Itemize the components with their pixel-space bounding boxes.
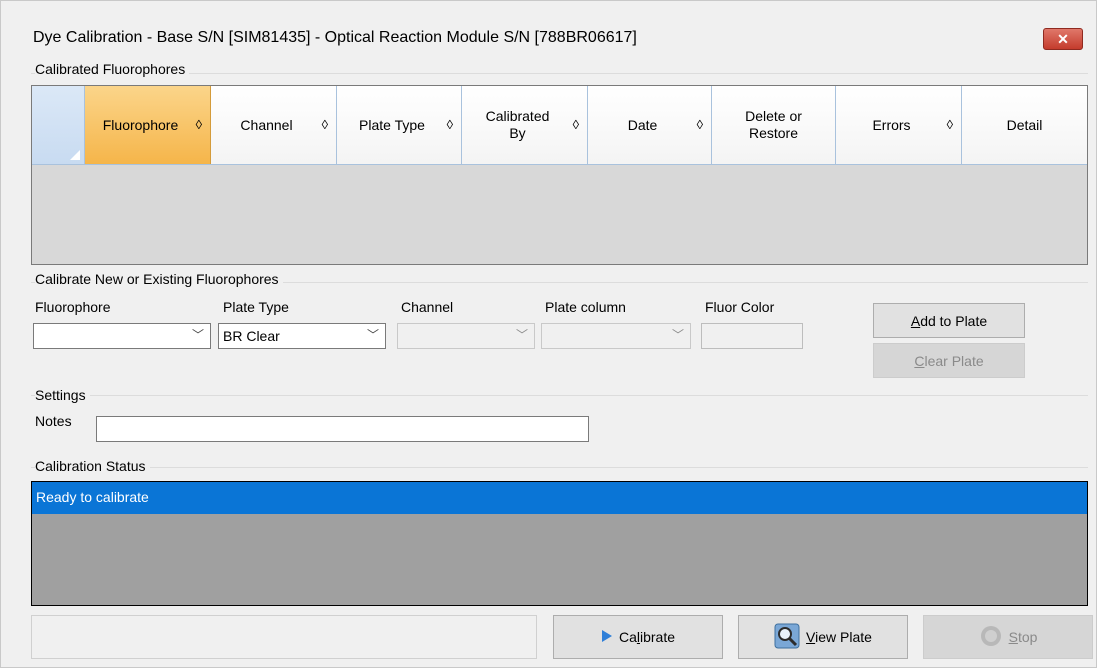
clear-plate-label: Clear Plate xyxy=(914,352,984,369)
group-separator xyxy=(31,73,1088,74)
column-label: Date xyxy=(627,116,658,133)
channel-label: Channel xyxy=(401,299,454,315)
group-separator xyxy=(31,467,1088,468)
fluor-color-swatch xyxy=(701,323,803,349)
plate-column-label: Plate column xyxy=(545,299,626,315)
column-header-fluorophore[interactable]: Fluorophore ◊ xyxy=(85,86,211,164)
grid-select-all-corner[interactable] xyxy=(32,86,85,164)
column-header-plate-type[interactable]: Plate Type ◊ xyxy=(337,86,462,164)
calibrate-button[interactable]: Calibrate xyxy=(553,615,723,659)
chevron-down-icon: ﹀ xyxy=(191,328,204,342)
view-plate-label: View Plate xyxy=(806,629,872,645)
calibrate-label: Calibrate xyxy=(618,629,676,645)
window-title: Dye Calibration - Base S/N [SIM81435] - … xyxy=(33,29,637,46)
sort-icon: ◊ xyxy=(572,117,579,132)
sort-icon: ◊ xyxy=(696,117,703,132)
stop-icon xyxy=(979,624,1003,651)
close-icon: ✕ xyxy=(1057,30,1069,47)
sort-icon: ◊ xyxy=(446,117,453,132)
column-label: Calibrated By xyxy=(485,108,550,141)
footer-blank-cell xyxy=(31,615,537,659)
play-arrow-icon xyxy=(601,629,613,646)
chevron-down-icon: ﹀ xyxy=(671,328,684,342)
calibration-status-label: Calibration Status xyxy=(35,458,150,474)
status-message-row[interactable]: Ready to calibrate xyxy=(32,482,1087,514)
sort-icon: ◊ xyxy=(946,117,953,132)
chevron-down-icon: ﹀ xyxy=(515,328,528,342)
chevron-down-icon: ﹀ xyxy=(366,328,379,342)
grid-header: Fluorophore ◊ Channel ◊ Plate Type ◊ Cal… xyxy=(32,86,1087,165)
column-label: Detail xyxy=(1006,116,1043,133)
dye-calibration-window: Dye Calibration - Base S/N [SIM81435] - … xyxy=(0,0,1097,668)
status-message: Ready to calibrate xyxy=(36,489,149,505)
calibrate-new-label: Calibrate New or Existing Fluorophores xyxy=(35,271,283,287)
plate-column-combo[interactable]: ﹀ xyxy=(541,323,691,349)
column-label: Errors xyxy=(872,116,911,133)
channel-combo[interactable]: ﹀ xyxy=(397,323,535,349)
title-bar: Dye Calibration - Base S/N [SIM81435] - … xyxy=(1,1,1096,63)
column-header-calibrated-by[interactable]: Calibrated By ◊ xyxy=(462,86,588,164)
fluor-color-label: Fluor Color xyxy=(705,299,775,315)
group-separator xyxy=(31,395,1088,396)
column-label: Fluorophore xyxy=(102,116,179,133)
calibration-status-list[interactable]: Ready to calibrate xyxy=(31,481,1088,606)
add-to-plate-label: Add to Plate xyxy=(910,312,988,329)
magnifier-icon xyxy=(774,623,800,652)
plate-type-value: BR Clear xyxy=(223,328,280,344)
column-header-errors[interactable]: Errors ◊ xyxy=(836,86,962,164)
notes-input[interactable] xyxy=(96,416,589,442)
column-label: Channel xyxy=(240,116,293,133)
stop-button[interactable]: Stop xyxy=(923,615,1093,659)
column-label: Plate Type xyxy=(359,116,425,133)
close-button[interactable]: ✕ xyxy=(1043,28,1083,50)
column-header-delete-restore[interactable]: Delete or Restore xyxy=(712,86,836,164)
sort-icon: ◊ xyxy=(321,117,328,132)
settings-label: Settings xyxy=(35,387,90,403)
column-header-channel[interactable]: Channel ◊ xyxy=(211,86,337,164)
calibrated-fluorophores-grid[interactable]: Fluorophore ◊ Channel ◊ Plate Type ◊ Cal… xyxy=(31,85,1088,265)
plate-type-label: Plate Type xyxy=(223,299,289,315)
view-plate-button[interactable]: View Plate xyxy=(738,615,908,659)
plate-type-combo[interactable]: BR Clear ﹀ xyxy=(218,323,386,349)
notes-label: Notes xyxy=(35,413,72,429)
add-to-plate-button[interactable]: Add to Plate xyxy=(873,303,1025,338)
fluorophore-label: Fluorophore xyxy=(35,299,111,315)
column-header-date[interactable]: Date ◊ xyxy=(588,86,712,164)
column-header-detail[interactable]: Detail xyxy=(962,86,1087,164)
clear-plate-button[interactable]: Clear Plate xyxy=(873,343,1025,378)
corner-triangle-icon xyxy=(70,150,80,160)
column-label: Delete or Restore xyxy=(745,108,802,141)
sort-icon: ◊ xyxy=(195,117,202,132)
stop-label: Stop xyxy=(1008,629,1038,645)
fluorophore-combo[interactable]: ﹀ xyxy=(33,323,211,349)
calibrated-fluorophores-label: Calibrated Fluorophores xyxy=(35,61,190,77)
